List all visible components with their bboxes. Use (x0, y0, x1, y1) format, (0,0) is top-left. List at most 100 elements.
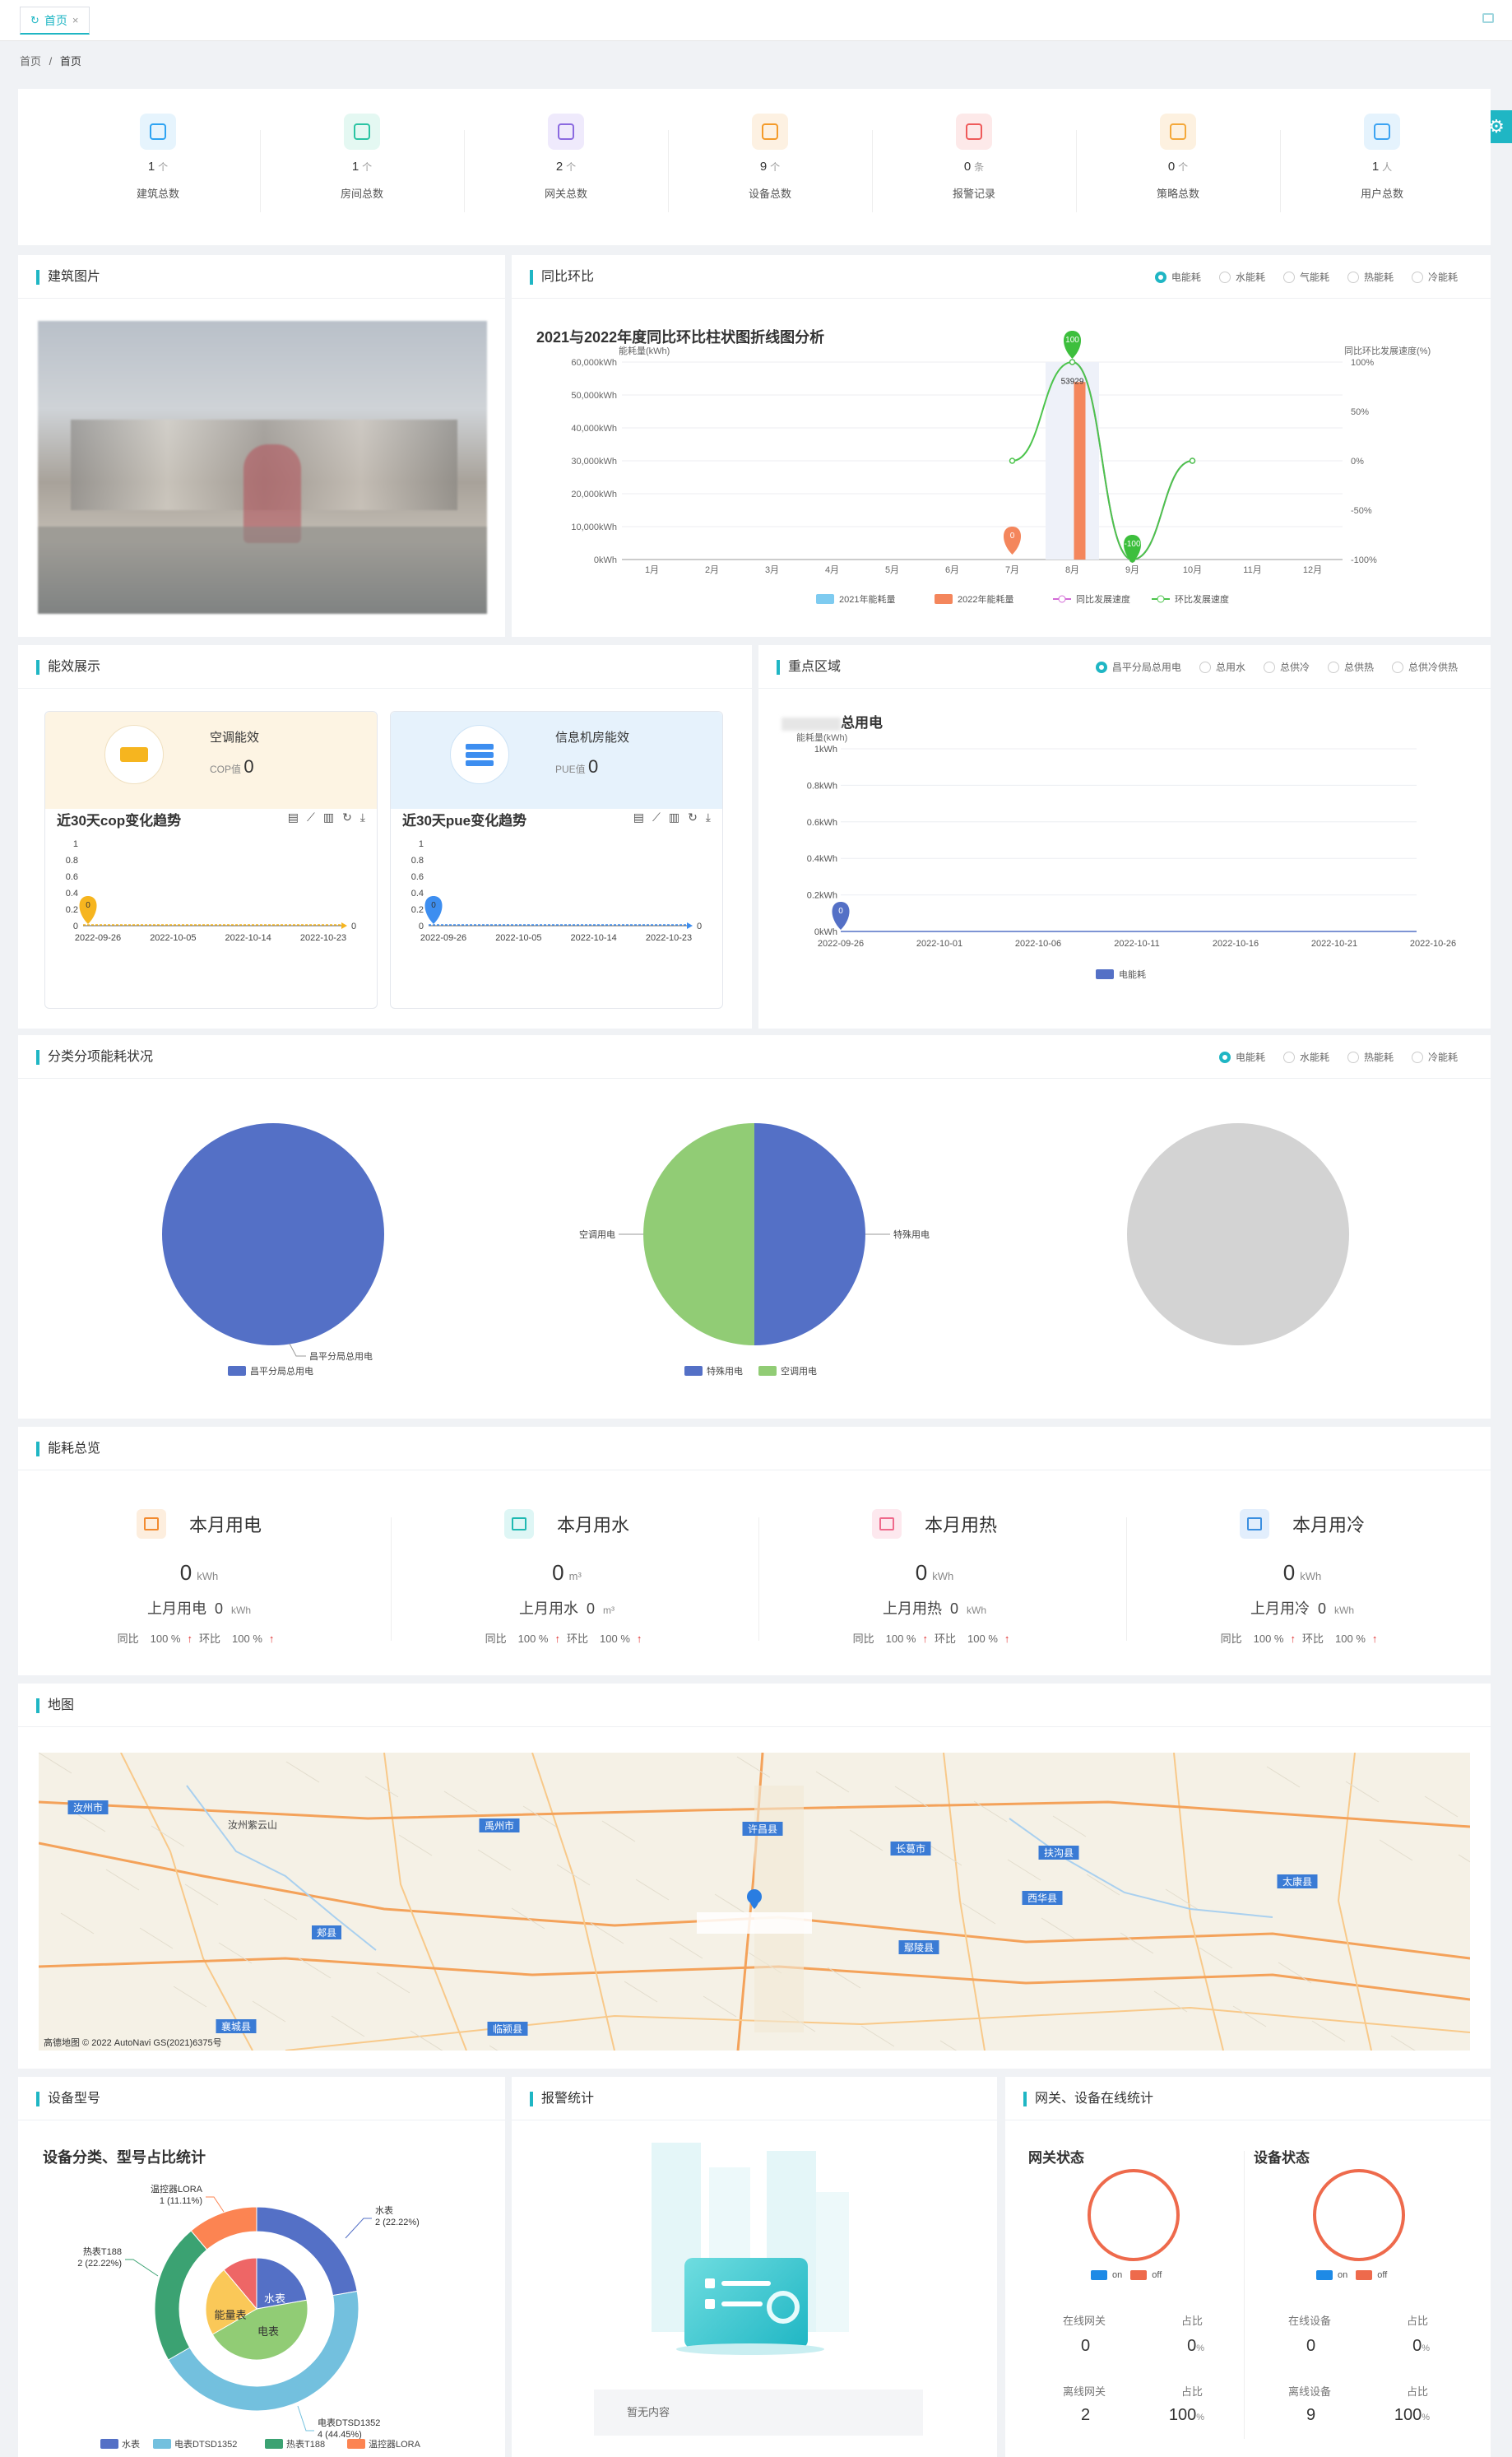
restore-icon[interactable]: ↻ (342, 810, 352, 824)
radio-option[interactable]: 气能耗 (1282, 270, 1329, 284)
radio-button[interactable] (1347, 1051, 1359, 1063)
refresh-icon[interactable]: ↻ (30, 14, 39, 27)
radio-button[interactable] (1411, 1051, 1423, 1063)
pie-slice (643, 1123, 754, 1345)
up-arrow-icon: ↑ (922, 1633, 929, 1645)
radio-button[interactable] (1095, 661, 1107, 673)
yoy-energy-radio-group: 电能耗 水能耗 气能耗 热能耗 冷能耗 (1154, 270, 1458, 284)
line-chart-icon[interactable]: ⟋ (652, 810, 661, 824)
restore-icon[interactable]: ↻ (688, 810, 698, 824)
map-label: 临颍县 (493, 2023, 522, 2035)
y-tick: 50,000kWh (571, 391, 617, 401)
radio-button[interactable] (1391, 661, 1403, 673)
stat-label: 建筑总数 (136, 188, 179, 200)
breadcrumb-home[interactable]: 首页 (20, 55, 41, 67)
x-tick: 2022-10-14 (225, 933, 271, 943)
radio-option[interactable]: 电能耗 (1154, 270, 1201, 284)
data-view-icon[interactable]: ▤ (288, 810, 299, 824)
radio-label: 水能耗 (1299, 1052, 1329, 1063)
y-tick: 0.6 (411, 872, 424, 882)
bar-chart-icon[interactable]: ▥ (323, 810, 334, 824)
radio-option[interactable]: 水能耗 (1218, 270, 1265, 284)
y-tick: 1 (73, 839, 78, 849)
device-donut-chart: 水表电表能量表水表2 (22.22%)电表DTSD13524 (44.45%)热… (77, 2183, 420, 2450)
data-marker: 0 (832, 902, 850, 930)
map-label: 西华县 (1027, 1893, 1057, 1904)
download-icon[interactable]: ⤓ (360, 810, 365, 824)
radio-button[interactable] (1199, 661, 1211, 673)
stat-label: 用户总数 (1360, 188, 1403, 200)
pie-slice (1127, 1123, 1349, 1345)
category-title: 分类分项能耗状况 (36, 1050, 153, 1065)
radio-option[interactable]: 电能耗 (1218, 1050, 1265, 1064)
radio-label: 电能耗 (1171, 272, 1201, 283)
pue-trend-chart: 0 0.2 0.4 0.6 0.8 1 0 2022-09-26 2022-10-05 2022-… (411, 839, 702, 943)
radio-option[interactable]: 水能耗 (1282, 1050, 1329, 1064)
y-tick: 0.2kWh (807, 891, 837, 901)
close-icon[interactable]: × (72, 14, 79, 26)
radio-option[interactable]: 热能耗 (1347, 270, 1394, 284)
device-offline-label: 离线设备 (1288, 2385, 1332, 2398)
overview-name: 本月用水 (556, 1515, 629, 1535)
cop-trend-title: 近30天cop变化趋势 (57, 813, 182, 829)
map-view[interactable]: 汝州市禹州市长葛市 许昌县鄢陵县 扶沟县太康县郏县襄城县 临颍县 西华县 汝州紫云山高德地… (39, 1753, 1470, 2051)
radio-button[interactable] (1347, 271, 1359, 283)
y2-tick: -100% (1351, 555, 1377, 565)
x-tick: 3月 (765, 565, 779, 575)
y-tick: 40,000kWh (571, 424, 617, 434)
radio-option[interactable]: 总供冷供热 (1391, 660, 1458, 674)
map-label: 汝州紫云山 (228, 1819, 277, 1831)
radio-option[interactable]: 冷能耗 (1411, 270, 1458, 284)
radio-option[interactable]: 总用水 (1199, 660, 1245, 674)
x-tick: 2022-10-05 (150, 933, 196, 943)
stat-value: 1个 (351, 160, 373, 174)
empty-message: 暂无内容 (594, 2390, 923, 2436)
overview-value: 0 kWh (1282, 1560, 1322, 1585)
radio-button[interactable] (1218, 271, 1231, 283)
x-tick: 9月 (1125, 565, 1139, 575)
overview-value: 0 kWh (179, 1560, 219, 1585)
pue-label: PUE值 0 (555, 756, 599, 777)
svg-text:同比发展速度: 同比发展速度 (1076, 593, 1130, 605)
radio-button[interactable] (1263, 661, 1275, 673)
overview-compare: 同比 100 % ↑ 环比 100 % ↑ (117, 1633, 275, 1645)
radio-label: 热能耗 (1363, 1052, 1394, 1063)
radio-button[interactable] (1282, 271, 1295, 283)
point (1009, 457, 1016, 464)
x-tick: 12月 (1303, 565, 1322, 575)
svg-text:2021年能耗量: 2021年能耗量 (839, 593, 895, 605)
device-offline-value: 9 (1306, 2406, 1316, 2424)
radio-button[interactable] (1411, 271, 1423, 283)
bar-chart-icon[interactable]: ▥ (669, 810, 679, 824)
x-tick: 2022-10-14 (571, 933, 617, 943)
ac-efficiency-name: 空调能效 (210, 731, 260, 745)
map-label: 汝州市 (73, 1801, 103, 1814)
radio-option[interactable]: 冷能耗 (1411, 1050, 1458, 1064)
stat-value: 1个 (147, 160, 169, 174)
stat-0: 1 个建筑总数 (76, 114, 240, 201)
radio-button[interactable] (1154, 271, 1166, 283)
radio-button[interactable] (1327, 661, 1339, 673)
download-icon[interactable]: ⤓ (706, 810, 711, 824)
map-label: 禹州市 (485, 1819, 514, 1832)
radio-option[interactable]: 总供冷 (1263, 660, 1310, 674)
line-chart-icon[interactable]: ⟋ (307, 810, 315, 824)
water-meter-icon (503, 1509, 534, 1539)
lock-icon[interactable] (1482, 13, 1494, 23)
x-tick: 2022-09-26 (75, 933, 121, 943)
data-view-icon[interactable]: ▤ (633, 810, 644, 824)
callout-label: 热表T188 (83, 2246, 122, 2257)
x-tick: 11月 (1243, 565, 1261, 575)
server-rack-icon (450, 725, 509, 784)
building-photo (38, 321, 487, 614)
radio-button[interactable] (1218, 1051, 1231, 1063)
radio-option[interactable]: 热能耗 (1347, 1050, 1394, 1064)
overview-compare: 同比 100 % ↑ 环比 100 % ↑ (1220, 1633, 1378, 1645)
radio-option[interactable]: 总供热 (1327, 660, 1374, 674)
tab-home[interactable]: ↻ 首页 × (20, 7, 90, 35)
radio-label: 昌平分局总用电 (1111, 662, 1181, 673)
up-arrow-icon: ↑ (1371, 1633, 1378, 1645)
gateway-offline-value: 2 (1081, 2406, 1091, 2424)
radio-option[interactable]: 昌平分局总用电 (1095, 660, 1181, 674)
radio-button[interactable] (1282, 1051, 1295, 1063)
